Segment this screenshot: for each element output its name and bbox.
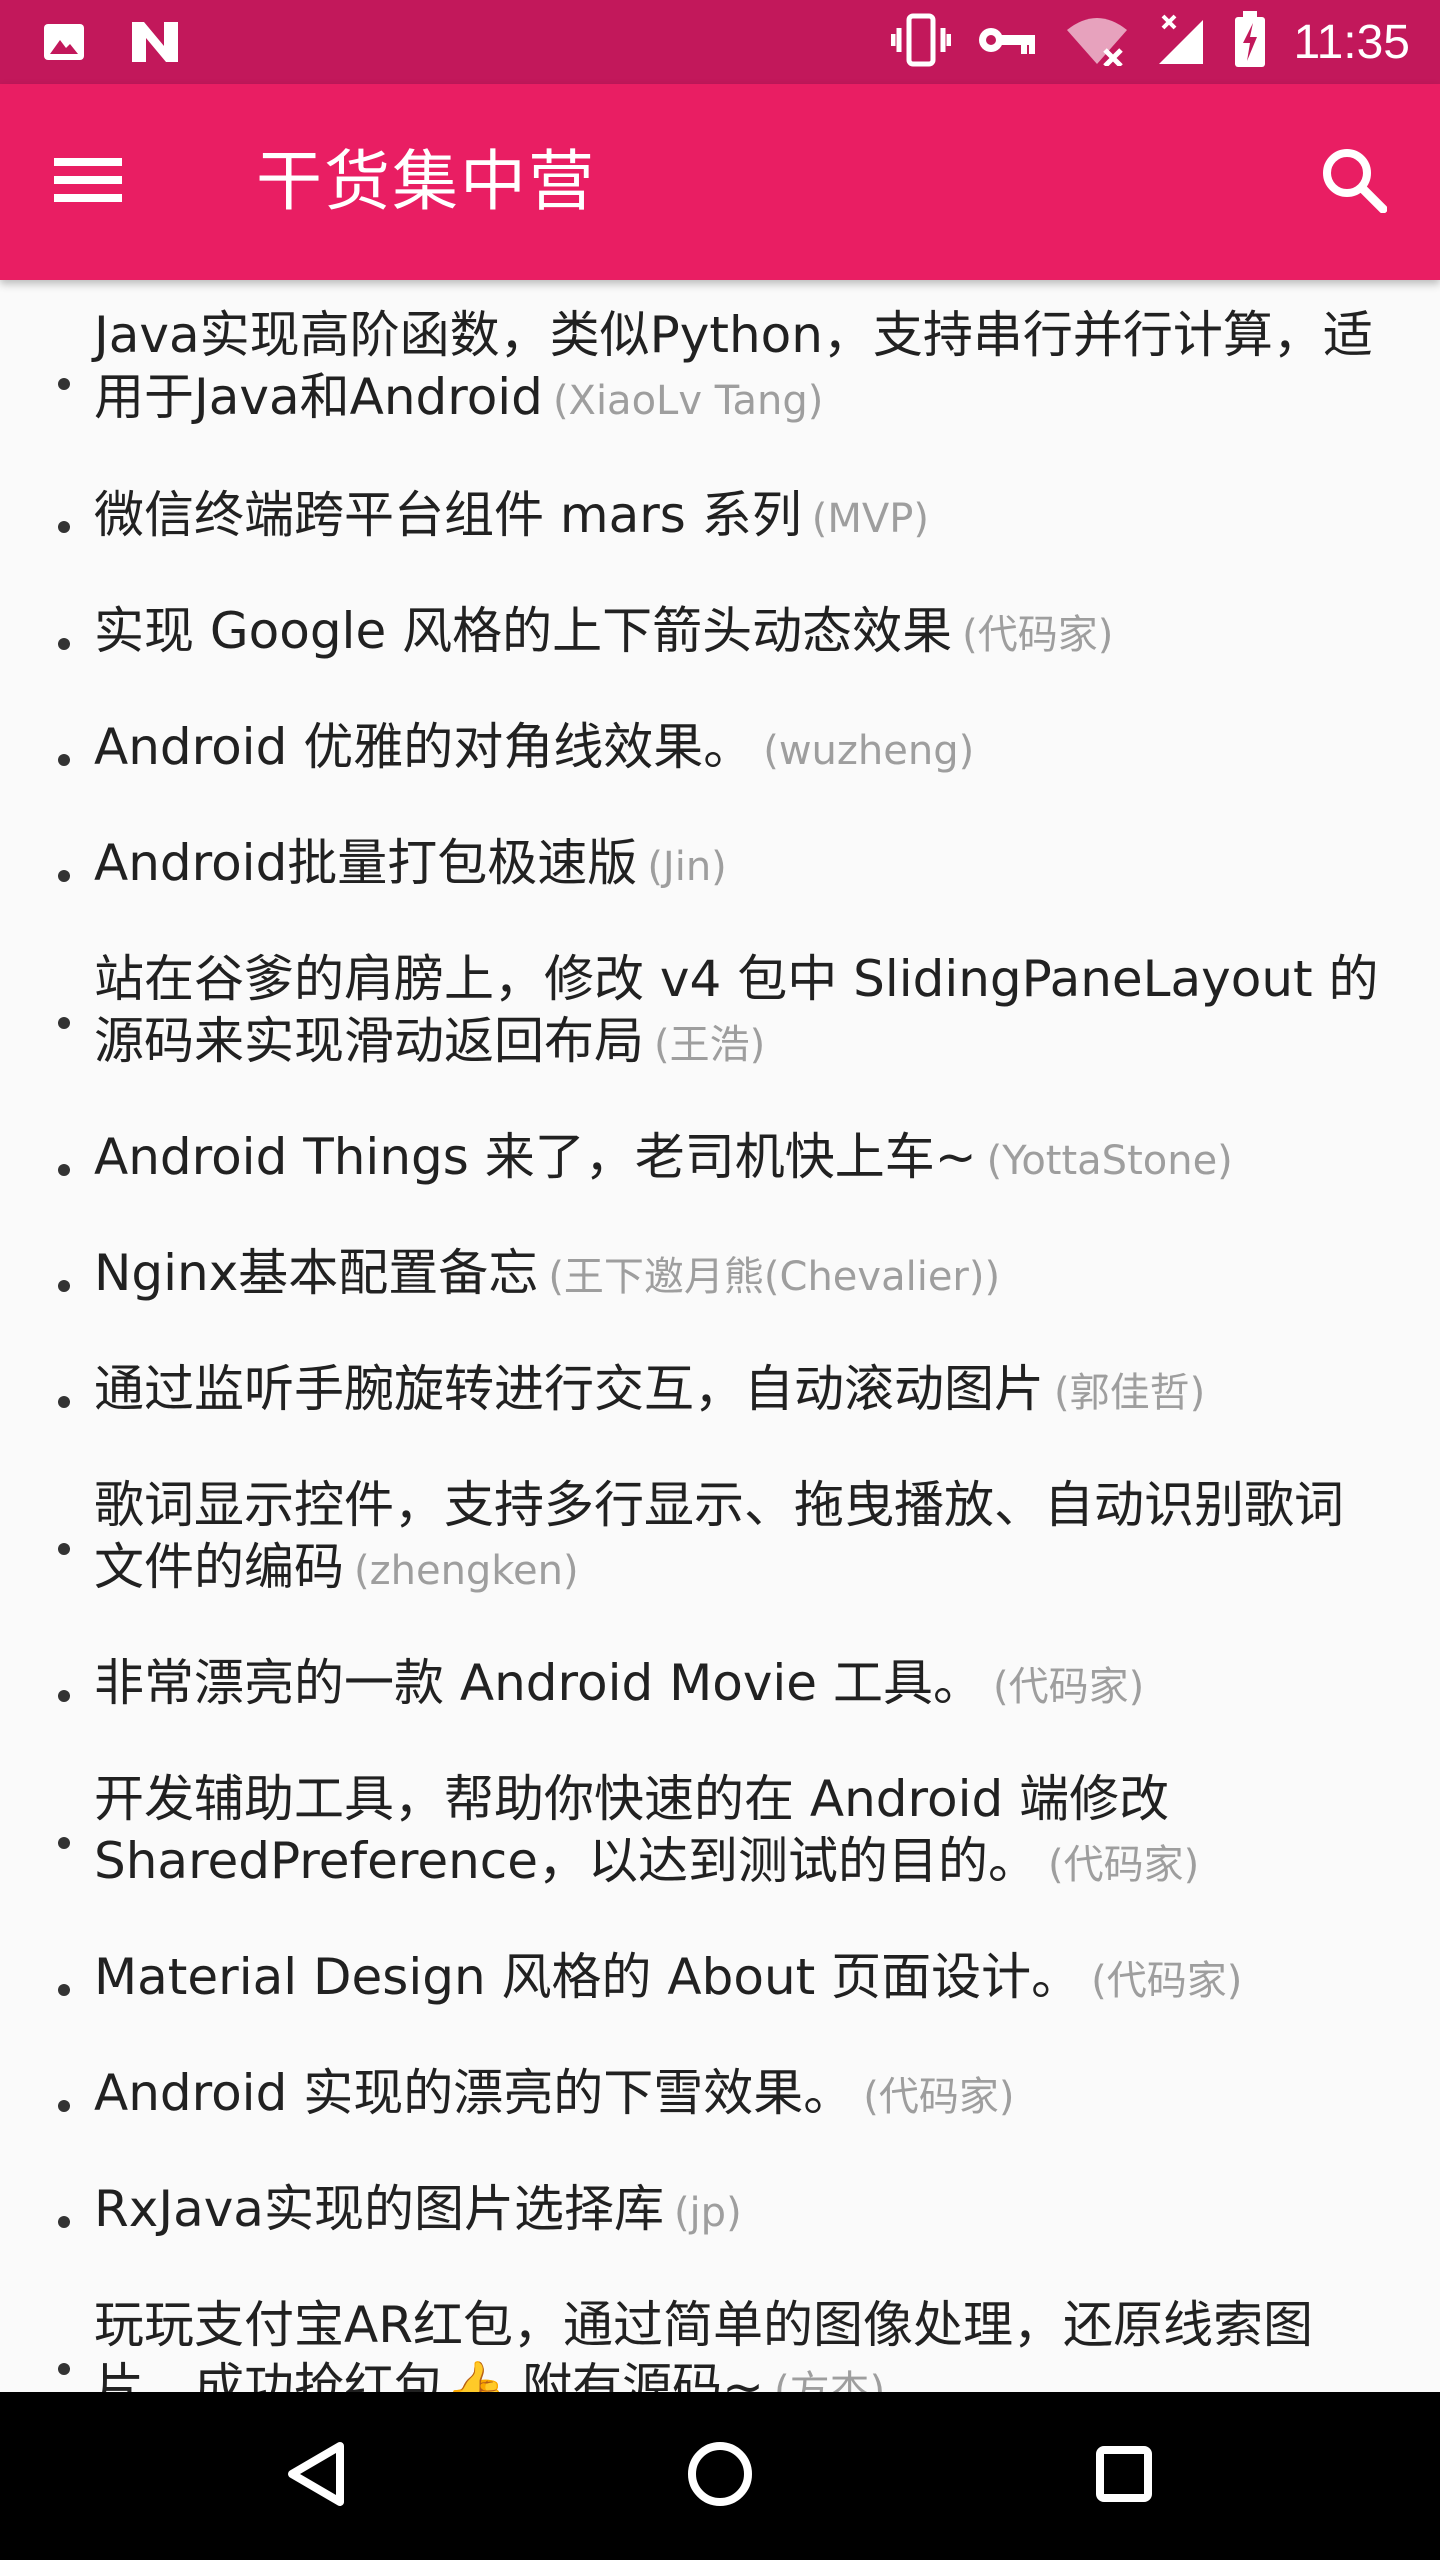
signal-no-data-icon <box>1155 12 1207 72</box>
list-item[interactable]: 站在谷爹的肩膀上，修改 v4 包中 SlidingPaneLayout 的源码来… <box>0 934 1440 1112</box>
vpn-key-icon <box>977 20 1039 64</box>
item-title-link[interactable]: 实现 Google 风格的上下箭头动态效果 <box>94 602 952 660</box>
bullet <box>58 521 70 533</box>
back-button[interactable] <box>266 2426 366 2526</box>
bullet <box>58 1164 70 1176</box>
vibrate-icon <box>890 12 952 72</box>
bullet <box>58 1543 70 1555</box>
menu-button[interactable] <box>40 134 136 230</box>
item-author: (代码家) <box>992 1664 1145 1710</box>
item-author: (MVP) <box>811 496 929 542</box>
bullet <box>58 378 70 390</box>
article-list: Java实现高阶函数，类似Python，支持串行并行计算，适用于Java和And… <box>0 300 1440 2458</box>
home-button[interactable] <box>670 2426 770 2526</box>
bullet <box>58 1984 70 1996</box>
list-item[interactable]: 非常漂亮的一款 Android Movie 工具。 (代码家) <box>0 1638 1440 1754</box>
app-bar: 干货集中营 <box>0 84 1440 280</box>
item-title-link[interactable]: Android 实现的漂亮的下雪效果。 <box>94 2064 853 2122</box>
item-author: (代码家) <box>1091 1958 1243 2004</box>
item-author: (zhengken) <box>354 1548 579 1594</box>
item-title-link[interactable]: 非常漂亮的一款 Android Movie 工具。 <box>94 1654 983 1712</box>
list-item[interactable]: RxJava实现的图片选择库 (jp) <box>0 2164 1440 2280</box>
bullet <box>58 870 70 882</box>
bullet <box>58 2363 70 2375</box>
item-author: (王浩) <box>654 1022 766 1068</box>
bullet <box>58 2100 70 2112</box>
item-title-link[interactable]: 开发辅助工具，帮助你快速的在 Android 端修改 SharedPrefere… <box>94 1770 1169 1890</box>
item-author: (XiaoLv Tang) <box>552 378 824 424</box>
list-item[interactable]: Android 实现的漂亮的下雪效果。 (代码家) <box>0 2048 1440 2164</box>
item-author: (代码家) <box>863 2074 1015 2120</box>
wifi-off-icon <box>1065 14 1129 70</box>
home-icon <box>686 2440 754 2512</box>
list-item[interactable]: Material Design 风格的 About 页面设计。 (代码家) <box>0 1932 1440 2048</box>
item-author: (代码家) <box>1048 1842 1200 1888</box>
bullet <box>58 754 70 766</box>
item-title-link[interactable]: Android批量打包极速版 <box>94 834 637 892</box>
item-title-link[interactable]: Material Design 风格的 About 页面设计。 <box>94 1948 1081 2006</box>
bullet <box>58 1396 70 1408</box>
list-item[interactable]: Java实现高阶函数，类似Python，支持串行并行计算，适用于Java和And… <box>0 300 1440 468</box>
item-title-link[interactable]: Nginx基本配置备忘 <box>94 1244 538 1302</box>
item-author: (王下邀月熊(Chevalier)) <box>548 1254 1001 1300</box>
battery-charging-icon <box>1233 11 1267 73</box>
status-time: 11:35 <box>1293 15 1410 69</box>
bullet <box>58 1837 70 1849</box>
list-item[interactable]: 通过监听手腕旋转进行交互，自动滚动图片 (郭佳哲) <box>0 1344 1440 1460</box>
list-item[interactable]: 开发辅助工具，帮助你快速的在 Android 端修改 SharedPrefere… <box>0 1754 1440 1932</box>
item-author: (郭佳哲) <box>1054 1370 1206 1416</box>
item-title-link[interactable]: 通过监听手腕旋转进行交互，自动滚动图片 <box>94 1360 1044 1418</box>
item-title-link[interactable]: Android 优雅的对角线效果。 <box>94 718 753 776</box>
search-button[interactable] <box>1304 132 1404 232</box>
status-bar: 11:35 <box>0 0 1440 84</box>
item-title-link[interactable]: 微信终端跨平台组件 mars 系列 <box>94 486 802 544</box>
image-icon <box>40 18 88 70</box>
list-item[interactable]: 歌词显示控件，支持多行显示、拖曳播放、自动识别歌词文件的编码 (zhengken) <box>0 1460 1440 1638</box>
recents-icon <box>1094 2444 1154 2508</box>
bullet <box>58 1690 70 1702</box>
bullet <box>58 1280 70 1292</box>
list-item[interactable]: Android 优雅的对角线效果。 (wuzheng) <box>0 702 1440 818</box>
page-title: 干货集中营 <box>256 143 596 220</box>
item-author: (wuzheng) <box>763 728 975 774</box>
search-icon <box>1321 147 1388 217</box>
navigation-bar <box>0 2392 1440 2560</box>
list-item[interactable]: Android批量打包极速版 (Jin) <box>0 818 1440 934</box>
item-author: (YottaStone) <box>986 1138 1233 1184</box>
item-title-link[interactable]: Android Things 来了，老司机快上车~ <box>94 1128 977 1186</box>
bullet <box>58 2216 70 2228</box>
item-title-link[interactable]: 歌词显示控件，支持多行显示、拖曳播放、自动识别歌词文件的编码 <box>94 1476 1344 1596</box>
n-logo-icon <box>128 18 182 70</box>
item-author: (jp) <box>673 2190 742 2236</box>
list-item[interactable]: 微信终端跨平台组件 mars 系列 (MVP) <box>0 468 1440 586</box>
item-author: (Jin) <box>647 844 727 890</box>
bullet <box>58 638 70 650</box>
bullet <box>58 1017 70 1029</box>
list-item[interactable]: Nginx基本配置备忘 (王下邀月熊(Chevalier)) <box>0 1228 1440 1344</box>
list-item[interactable]: 实现 Google 风格的上下箭头动态效果 (代码家) <box>0 586 1440 702</box>
recents-button[interactable] <box>1074 2426 1174 2526</box>
item-author: (代码家) <box>962 612 1114 658</box>
menu-icon <box>54 154 122 210</box>
list-item[interactable]: Android Things 来了，老司机快上车~ (YottaStone) <box>0 1112 1440 1228</box>
back-icon <box>284 2440 348 2512</box>
item-title-link[interactable]: RxJava实现的图片选择库 <box>94 2180 664 2238</box>
